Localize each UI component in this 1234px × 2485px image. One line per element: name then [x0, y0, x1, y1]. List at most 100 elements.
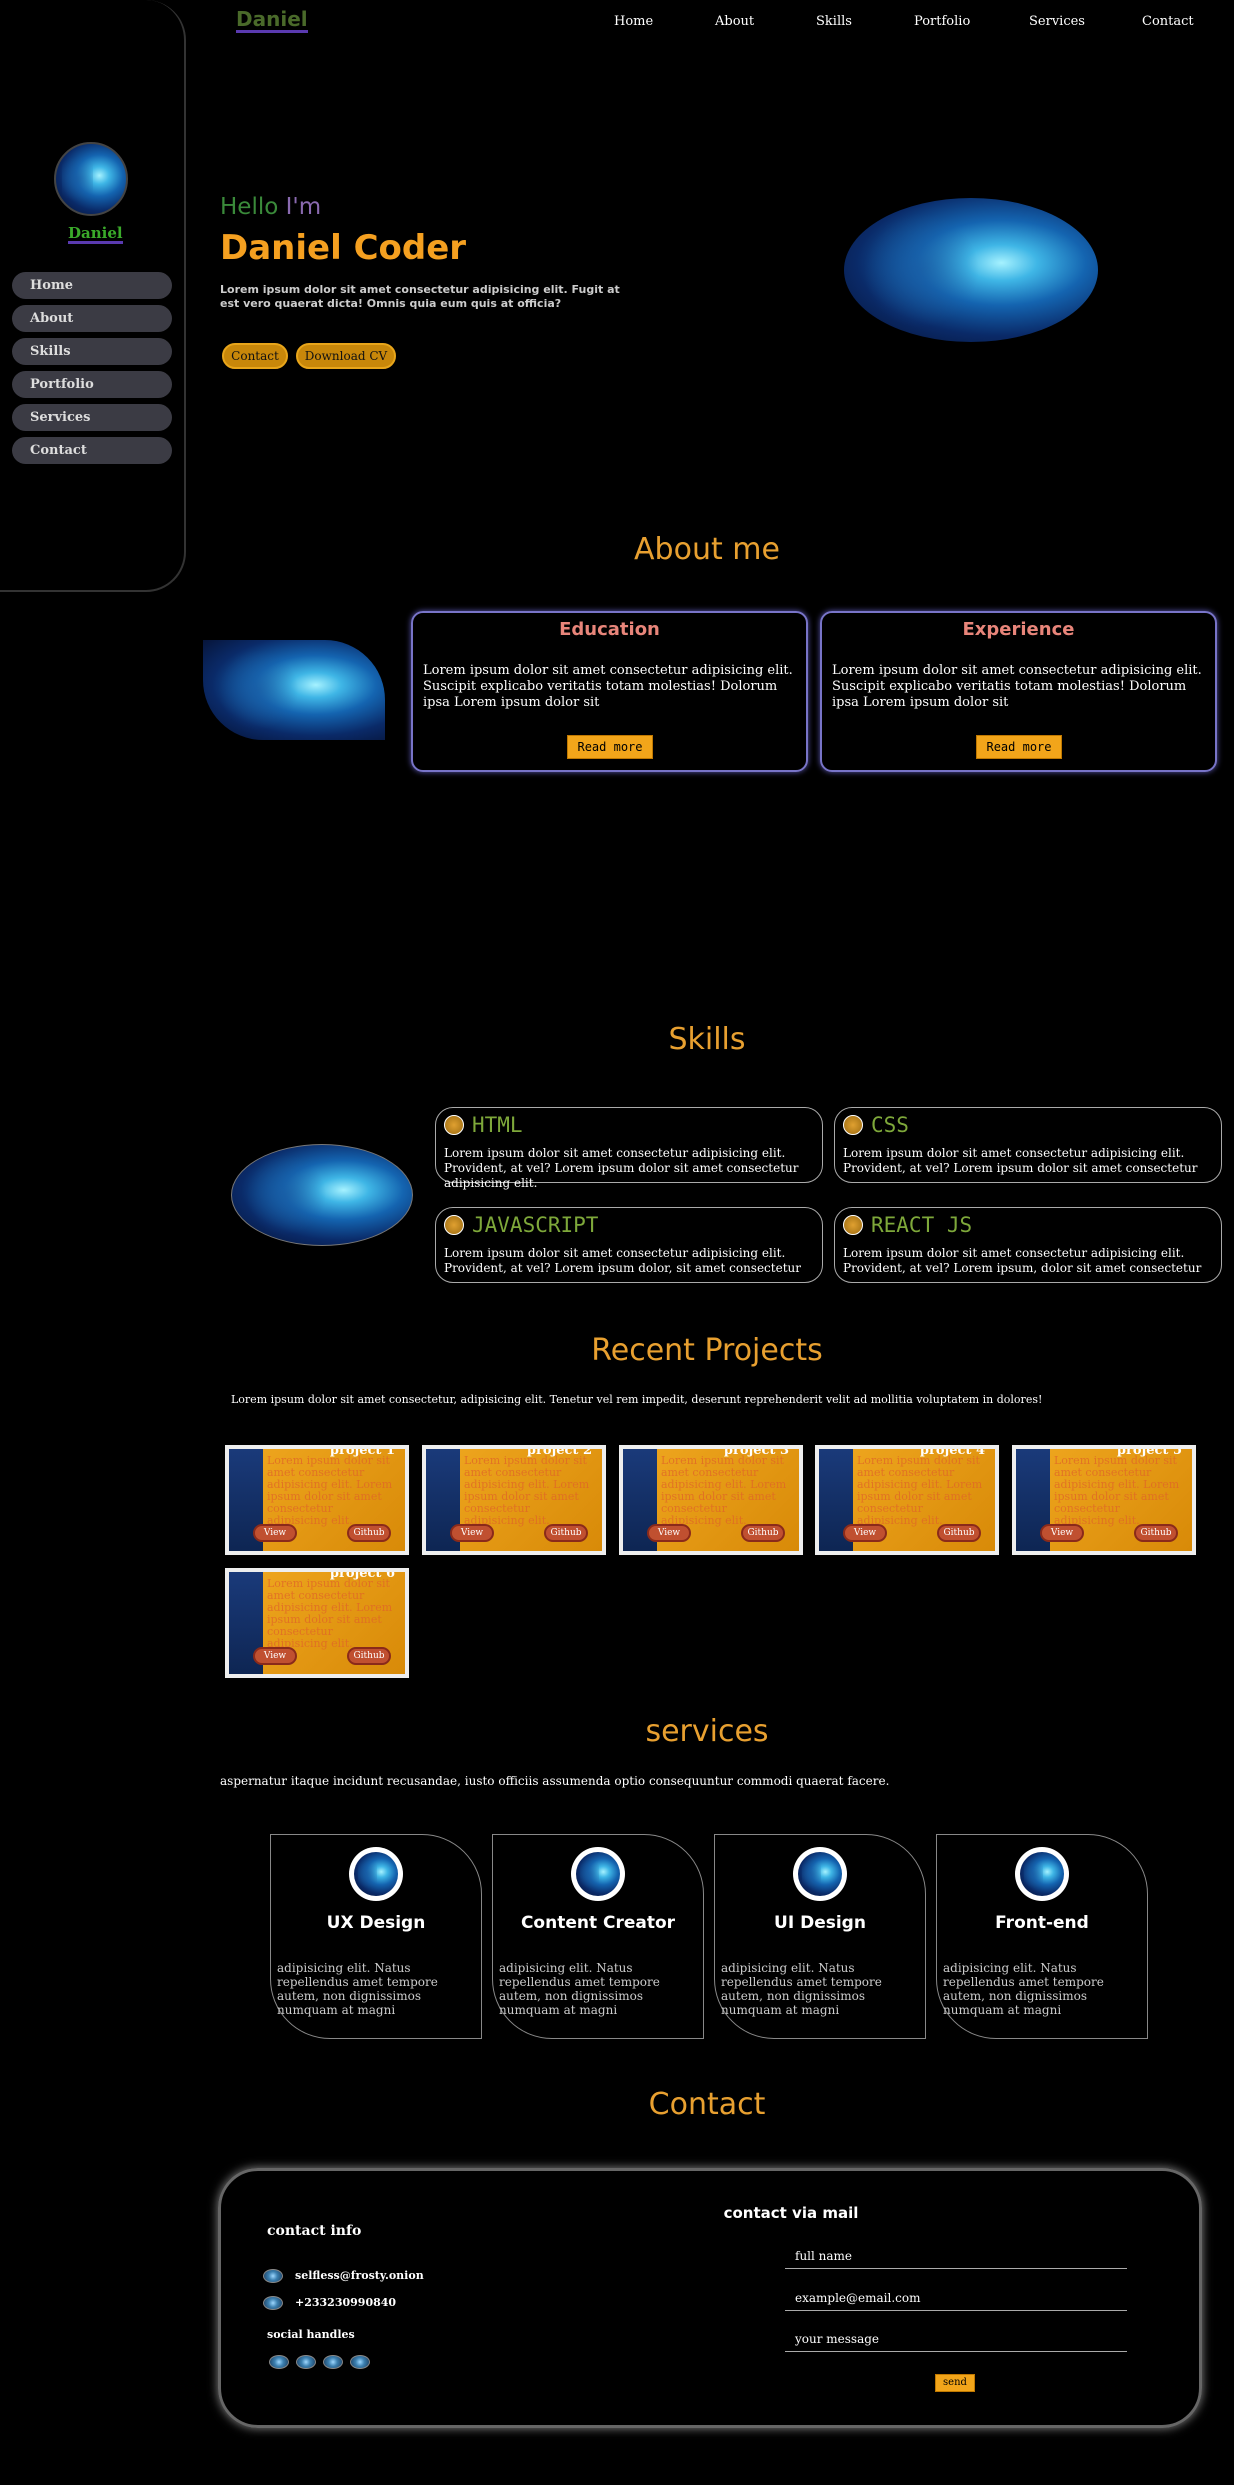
project-github-button[interactable]: Github	[1134, 1524, 1178, 1542]
experience-title: Experience	[962, 619, 1075, 640]
experience-text: Lorem ipsum dolor sit amet consectetur a…	[832, 663, 1202, 710]
skill-name: CSS	[871, 1113, 909, 1137]
nav-skills[interactable]: Skills	[816, 14, 852, 29]
service-icon	[1015, 1847, 1069, 1901]
about-image	[203, 640, 385, 740]
skill-text: Lorem ipsum dolor sit amet consectetur a…	[444, 1146, 799, 1190]
project-card: project 2 Lorem ipsum dolor sit amet cons…	[422, 1445, 606, 1555]
service-text: adipisicing elit. Natus repellendus amet…	[277, 1961, 438, 2017]
email-input[interactable]: example@email.com	[795, 2291, 1125, 2305]
service-icon	[571, 1847, 625, 1901]
social-icon-4[interactable]	[350, 2355, 370, 2369]
project-view-button[interactable]: View	[843, 1524, 887, 1542]
pencil-icon	[444, 1115, 464, 1135]
service-icon	[349, 1847, 403, 1901]
services-intro: aspernatur itaque incidunt recusandae, i…	[220, 1774, 890, 1788]
skills-heading: Skills	[668, 1022, 746, 1057]
hero-greeting: Hello I'm	[220, 194, 321, 220]
experience-card: Experience Lorem ipsum dolor sit amet co…	[820, 611, 1217, 772]
service-icon	[793, 1847, 847, 1901]
hero-hello: Hello	[220, 194, 279, 220]
brand-logo[interactable]: Daniel	[236, 8, 308, 33]
contact-heading: Contact	[648, 2087, 766, 2122]
project-github-button[interactable]: Github	[544, 1524, 588, 1542]
projects-heading: Recent Projects	[591, 1333, 823, 1368]
sidebar-item-about[interactable]: About	[12, 305, 172, 332]
message-underline	[785, 2351, 1127, 2352]
project-text: Lorem ipsum dolor sit amet consectetur a…	[267, 1454, 393, 1527]
phone-icon	[263, 2296, 283, 2310]
services-heading: services	[645, 1714, 769, 1749]
project-card: project 6 Lorem ipsum dolor sit amet cons…	[225, 1568, 409, 1678]
project-view-button[interactable]: View	[450, 1524, 494, 1542]
service-title: Front-end	[995, 1913, 1089, 1933]
send-button[interactable]: send	[935, 2374, 975, 2392]
service-title: UX Design	[326, 1913, 426, 1933]
service-title: Content Creator	[520, 1913, 676, 1933]
nav-services[interactable]: Services	[1029, 14, 1085, 29]
social-icon-3[interactable]	[323, 2355, 343, 2369]
hero-contact-button[interactable]: Contact	[222, 343, 288, 369]
sidebar-item-services[interactable]: Services	[12, 404, 172, 431]
skills-image	[231, 1144, 413, 1246]
education-read-more-button[interactable]: Read more	[567, 735, 653, 759]
skill-name: JAVASCRIPT	[472, 1213, 599, 1237]
service-card-content-creator: Content Creator adipisicing elit. Natus …	[492, 1834, 704, 2039]
contact-email: selfless@frosty.onion	[295, 2269, 424, 2282]
hero-im: I'm	[285, 194, 322, 220]
social-icon-2[interactable]	[296, 2355, 316, 2369]
nav-portfolio[interactable]: Portfolio	[914, 14, 970, 29]
social-icon-1[interactable]	[269, 2355, 289, 2369]
project-github-button[interactable]: Github	[937, 1524, 981, 1542]
project-text: Lorem ipsum dolor sit amet consectetur a…	[1054, 1454, 1180, 1527]
pencil-icon	[843, 1115, 863, 1135]
service-text: adipisicing elit. Natus repellendus amet…	[499, 1961, 660, 2017]
skill-card-css: CSS Lorem ipsum dolor sit amet consectet…	[834, 1107, 1222, 1183]
project-text: Lorem ipsum dolor sit amet consectetur a…	[661, 1454, 787, 1527]
project-view-button[interactable]: View	[1040, 1524, 1084, 1542]
project-view-button[interactable]: View	[647, 1524, 691, 1542]
pencil-icon	[843, 1215, 863, 1235]
experience-read-more-button[interactable]: Read more	[976, 735, 1062, 759]
pencil-icon	[444, 1215, 464, 1235]
project-card: project 1 Lorem ipsum dolor sit amet cons…	[225, 1445, 409, 1555]
skill-card-javascript: JAVASCRIPT Lorem ipsum dolor sit amet co…	[435, 1207, 823, 1283]
projects-intro: Lorem ipsum dolor sit amet consectetur, …	[231, 1393, 1043, 1406]
nav-home[interactable]: Home	[614, 14, 653, 29]
skill-text: Lorem ipsum dolor sit amet consectetur a…	[843, 1246, 1202, 1275]
project-view-button[interactable]: View	[253, 1647, 297, 1665]
service-text: adipisicing elit. Natus repellendus amet…	[721, 1961, 882, 2017]
contact-phone: +233230990840	[295, 2296, 397, 2309]
service-card-ui-design: UI Design adipisicing elit. Natus repell…	[714, 1834, 926, 2039]
full-name-input[interactable]: full name	[795, 2249, 1125, 2263]
contact-info-title: contact info	[267, 2223, 362, 2239]
nav-about[interactable]: About	[715, 14, 754, 29]
education-text: Lorem ipsum dolor sit amet consectetur a…	[423, 663, 793, 710]
education-card: Education Lorem ipsum dolor sit amet con…	[411, 611, 808, 772]
service-card-front-end: Front-end adipisicing elit. Natus repell…	[936, 1834, 1148, 2039]
sidebar-item-skills[interactable]: Skills	[12, 338, 172, 365]
sidebar-item-contact[interactable]: Contact	[12, 437, 172, 464]
project-github-button[interactable]: Github	[347, 1647, 391, 1665]
sidebar-item-home[interactable]: Home	[12, 272, 172, 299]
project-card: project 5 Lorem ipsum dolor sit amet cons…	[1012, 1445, 1196, 1555]
skill-card-html: HTML Lorem ipsum dolor sit amet consecte…	[435, 1107, 823, 1190]
sidebar-name: Daniel	[68, 224, 123, 244]
project-card: project 4 Lorem ipsum dolor sit amet cons…	[815, 1445, 999, 1555]
skill-name: HTML	[472, 1113, 523, 1137]
about-heading: About me	[634, 532, 780, 567]
full-name-underline	[785, 2268, 1127, 2269]
email-underline	[785, 2310, 1127, 2311]
nav-contact[interactable]: Contact	[1142, 14, 1194, 29]
message-input[interactable]: your message	[795, 2332, 1125, 2346]
sidebar-item-portfolio[interactable]: Portfolio	[12, 371, 172, 398]
hero-download-cv-button[interactable]: Download CV	[296, 343, 396, 369]
project-card: project 3 Lorem ipsum dolor sit amet cons…	[619, 1445, 803, 1555]
project-github-button[interactable]: Github	[347, 1524, 391, 1542]
hero-name: Daniel Coder	[220, 228, 467, 268]
skill-card-react: REACT JS Lorem ipsum dolor sit amet cons…	[834, 1207, 1222, 1283]
project-github-button[interactable]: Github	[741, 1524, 785, 1542]
project-view-button[interactable]: View	[253, 1524, 297, 1542]
skill-name: REACT JS	[871, 1213, 973, 1237]
social-handles-title: social handles	[267, 2328, 355, 2341]
